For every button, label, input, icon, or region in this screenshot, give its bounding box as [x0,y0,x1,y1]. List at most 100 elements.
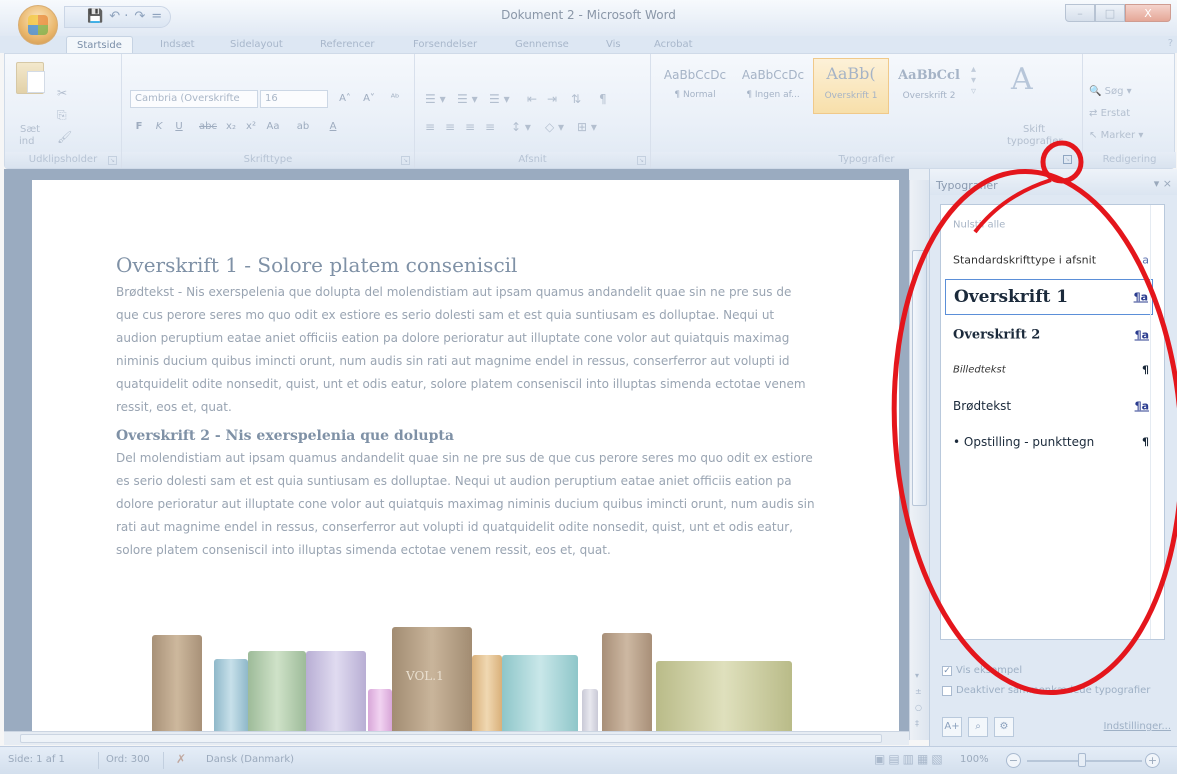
bold-button[interactable]: F [130,118,148,136]
align-center-icon[interactable]: ≡ [445,120,455,134]
gallery-scroll-icon[interactable]: ▴ ▾ ▿ [971,64,976,97]
font-launcher-icon[interactable]: ↘ [401,156,410,165]
heading-1[interactable]: Overskrift 1 - Solore platem conseniscil [116,253,816,277]
horizontal-scrollbar[interactable] [4,731,909,745]
tab-sidelayout[interactable]: Sidelayout [230,36,283,53]
zoom-out-icon[interactable]: − [1006,753,1021,768]
style-item-heading-2[interactable]: Overskrift 2 ¶a [945,317,1153,353]
bullets-icon[interactable]: ☰ ▾ [425,92,446,106]
style-item-heading-1[interactable]: Overskrift 1 ¶a [945,279,1153,315]
find-button[interactable]: 🔍 Søg ▾ [1089,86,1132,97]
change-case-button[interactable]: Aa [262,118,284,136]
paste-label[interactable]: Sæt [20,124,40,135]
style-options-link[interactable]: Indstillinger... [1104,721,1171,732]
copy-icon[interactable]: ⎘ [57,108,67,123]
styles-list-scrollbar[interactable] [1150,205,1164,639]
style-normal[interactable]: AaBbCcDc ¶ Normal [657,58,733,114]
align-left-icon[interactable]: ≡ [425,120,435,134]
shading-icon[interactable]: ◇ ▾ [545,120,564,134]
style-item-list-bullet[interactable]: • Opstilling - punkttegn ¶ [945,425,1153,459]
show-marks-icon[interactable]: ¶ [599,92,607,106]
grow-font-button[interactable]: A˄ [334,90,356,108]
style-heading-1-sample: AaBb( [826,64,876,83]
ruler-corner-icon[interactable] [909,169,929,180]
heading-2[interactable]: Overskrift 2 - Nis exerspelenia que dolu… [116,428,816,444]
strikethrough-button[interactable]: abc [196,118,220,136]
spelling-check-icon[interactable]: ✗ [176,752,186,766]
shrink-font-button[interactable]: A˅ [358,90,380,108]
subscript-button[interactable]: x₂ [222,118,240,136]
clipboard-launcher-icon[interactable]: ↘ [108,156,117,165]
replace-button[interactable]: ⇄ Erstat [1089,108,1130,119]
font-size-box[interactable]: 16 [260,90,328,108]
style-item-clear-all[interactable]: Nulstil alle [945,211,1153,239]
tab-gennemse[interactable]: Gennemse [515,36,569,53]
select-button[interactable]: ↖ Marker ▾ [1089,130,1143,141]
cut-icon[interactable]: ✂ [57,86,67,100]
change-styles-icon[interactable]: A [1011,62,1033,97]
decrease-indent-icon[interactable]: ⇤ [527,92,537,106]
multilevel-list-icon[interactable]: ☰ ▾ [489,92,510,106]
change-styles-label[interactable]: Skift [1023,124,1045,135]
minimize-button[interactable]: – [1065,4,1095,22]
style-heading-2[interactable]: AaBbCcl Overskrift 2 [891,58,967,114]
styles-launcher-icon[interactable]: ↘ [1063,155,1072,164]
zoom-level[interactable]: 100% [960,754,989,765]
style-no-spacing[interactable]: AaBbCcDc ¶ Ingen af... [735,58,811,114]
paste-label-2[interactable]: ind [19,136,34,147]
font-name-box[interactable]: Cambria (Overskrifte [130,90,258,108]
numbering-icon[interactable]: ☰ ▾ [457,92,478,106]
browse-buttons[interactable]: ▾ ± ○ ‡ [915,668,922,732]
increase-indent-icon[interactable]: ⇥ [547,92,557,106]
manage-styles-icon[interactable]: ⚙ [994,717,1014,737]
new-style-icon[interactable]: A+ [942,717,962,737]
paragraph-group: ☰ ▾ ☰ ▾ ☰ ▾ ⇤ ⇥ ⇅ ¶ ≡ ≡ ≡ ≡ ↕ ▾ ◇ ▾ ⊞ ▾ … [415,54,651,168]
view-buttons[interactable]: ▣▤▥▦▧ [874,752,946,766]
style-item-caption[interactable]: Billedtekst ¶ [945,353,1153,387]
tab-forsendelser[interactable]: Forsendelser [413,36,477,53]
maximize-button[interactable]: □ [1095,4,1125,22]
underline-button[interactable]: U [170,118,188,136]
horizontal-scroll-thumb[interactable] [20,734,882,743]
style-item-body-text[interactable]: Brødtekst ¶a [945,389,1153,423]
tab-vis[interactable]: Vis [606,36,621,53]
highlight-button[interactable]: ab [290,118,316,136]
body-paragraph-1[interactable]: Brødtekst - Nis exerspelenia que dolupta… [116,281,816,419]
vertical-scrollbar[interactable]: ▾ ± ○ ‡ [909,180,929,740]
format-painter-icon[interactable]: 🖌 [57,130,72,144]
vertical-scroll-thumb[interactable] [912,250,927,506]
tab-indsaet[interactable]: Indsæt [160,36,195,53]
italic-button[interactable]: K [150,118,168,136]
superscript-button[interactable]: x² [242,118,260,136]
paragraph-launcher-icon[interactable]: ↘ [637,156,646,165]
tab-referencer[interactable]: Referencer [320,36,374,53]
borders-icon[interactable]: ⊞ ▾ [577,120,597,134]
change-styles-label-2[interactable]: typografier [1007,136,1062,147]
disable-linked-styles-checkbox[interactable]: Deaktiver sammenkædede typografier [942,685,1150,696]
page-count[interactable]: Side: 1 af 1 [8,754,65,765]
style-no-spacing-name: ¶ Ingen af... [746,90,800,100]
show-preview-checkbox[interactable]: ✓ Vis eksempel [942,665,1022,676]
sort-icon[interactable]: ⇅ [571,92,581,106]
font-color-button[interactable]: A [322,118,344,136]
document-page[interactable]: Overskrift 1 - Solore platem conseniscil… [32,180,899,740]
justify-icon[interactable]: ≡ [485,120,495,134]
styles-pane-close-icon[interactable]: ▾ × [1154,177,1172,190]
tab-startside[interactable]: Startside [66,36,133,53]
clear-format-button[interactable]: ᴬᵇ [384,90,406,108]
zoom-in-icon[interactable]: + [1145,753,1160,768]
tab-acrobat[interactable]: Acrobat [654,36,693,53]
office-button[interactable] [18,5,58,45]
word-count[interactable]: Ord: 300 [106,754,150,765]
style-inspector-icon[interactable]: ⌕ [968,717,988,737]
line-spacing-icon[interactable]: ↕ ▾ [511,120,531,134]
body-paragraph-2[interactable]: Del molendistiam aut ipsam quamus andand… [116,447,816,562]
style-heading-1[interactable]: AaBb( Overskrift 1 [813,58,889,114]
paste-icon[interactable] [16,62,45,94]
language-indicator[interactable]: Dansk (Danmark) [206,754,294,765]
close-button[interactable]: X [1125,4,1171,22]
zoom-slider-thumb[interactable] [1078,753,1086,767]
style-item-default-font[interactable]: Standardskrifttype i afsnit a [945,245,1153,275]
align-right-icon[interactable]: ≡ [465,120,475,134]
help-icon[interactable]: ? [1168,38,1173,49]
